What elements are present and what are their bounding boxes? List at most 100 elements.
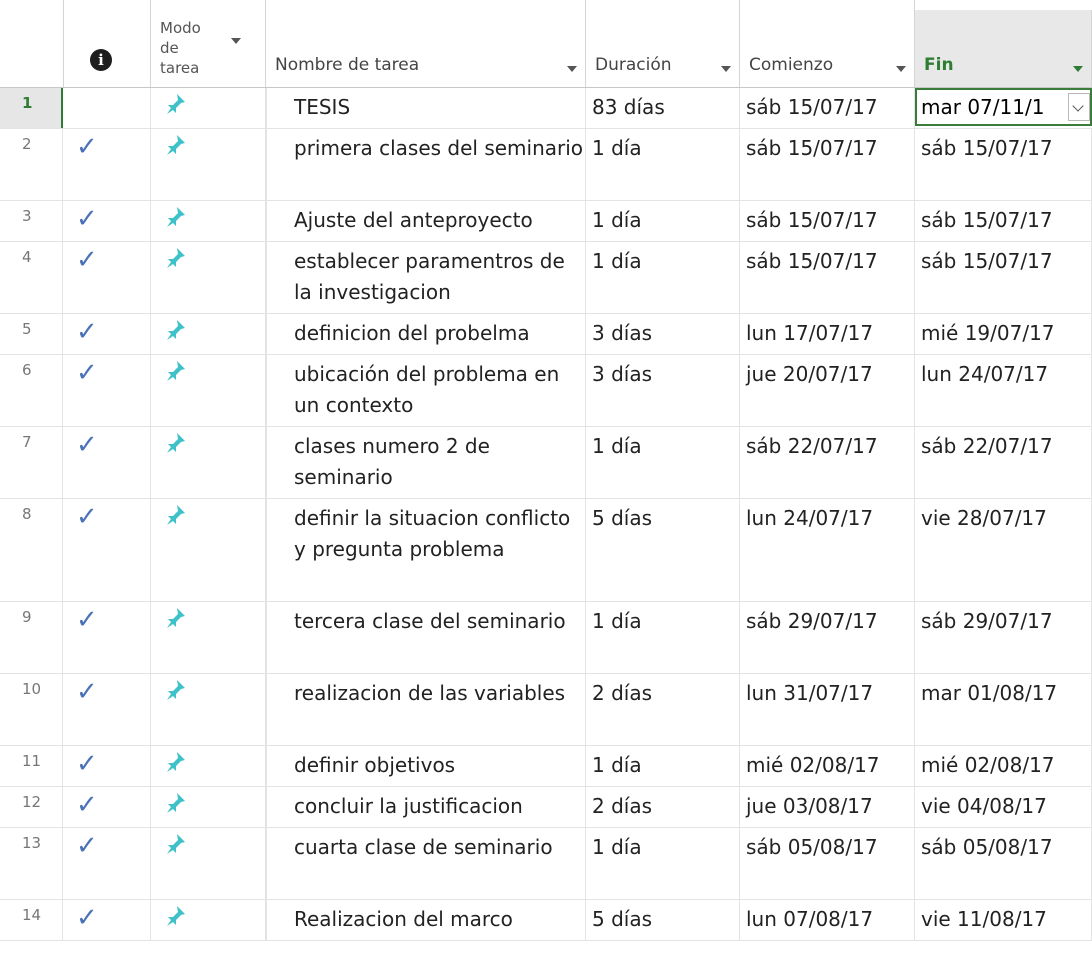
task-mode-cell[interactable] bbox=[151, 746, 266, 786]
task-mode-cell[interactable] bbox=[151, 129, 266, 200]
duration-cell[interactable]: 1 día bbox=[586, 201, 740, 241]
chevron-down-icon[interactable] bbox=[1073, 66, 1083, 72]
row-number[interactable]: 12 bbox=[0, 787, 63, 827]
finish-cell[interactable]: sáb 15/07/17 bbox=[915, 242, 1092, 313]
start-cell[interactable]: jue 03/08/17 bbox=[740, 787, 915, 827]
finish-header[interactable]: Fin bbox=[915, 10, 1092, 88]
table-row[interactable]: 4 ✓ establecer paramentros de la investiga… bbox=[0, 242, 1092, 314]
task-mode-cell[interactable] bbox=[151, 427, 266, 498]
row-number[interactable]: 8 bbox=[0, 499, 63, 601]
start-cell[interactable]: sáb 15/07/17 bbox=[740, 129, 915, 200]
task-mode-cell[interactable] bbox=[151, 355, 266, 426]
table-row[interactable]: 1 TESIS 83 días sáb 15/07/17 mar 07/11/1 bbox=[0, 88, 1092, 129]
row-number[interactable]: 7 bbox=[0, 427, 63, 498]
table-row[interactable]: 7 ✓ clases numero 2 de seminario 1 día sáb 2… bbox=[0, 427, 1092, 499]
start-cell[interactable]: sáb 29/07/17 bbox=[740, 602, 915, 673]
task-name-cell[interactable]: definir objetivos bbox=[266, 746, 586, 786]
finish-cell-editing[interactable]: mar 07/11/1 bbox=[915, 88, 1092, 126]
task-mode-cell[interactable] bbox=[151, 499, 266, 601]
task-mode-header[interactable]: Modo de tarea bbox=[151, 0, 266, 88]
duration-cell[interactable]: 1 día bbox=[586, 242, 740, 313]
row-number[interactable]: 11 bbox=[0, 746, 63, 786]
start-cell[interactable]: jue 20/07/17 bbox=[740, 355, 915, 426]
indicator-cell[interactable]: ✓ bbox=[63, 427, 151, 498]
row-number[interactable]: 13 bbox=[0, 828, 63, 899]
finish-cell[interactable]: lun 24/07/17 bbox=[915, 355, 1092, 426]
start-cell[interactable]: sáb 15/07/17 bbox=[740, 201, 915, 241]
finish-cell[interactable]: sáb 15/07/17 bbox=[915, 201, 1092, 241]
start-cell[interactable]: sáb 15/07/17 bbox=[740, 88, 915, 128]
finish-cell[interactable]: sáb 15/07/17 bbox=[915, 129, 1092, 200]
table-row[interactable]: 5 ✓ definicion del probelma 3 días lun 17/07… bbox=[0, 314, 1092, 355]
dropdown-button[interactable] bbox=[1068, 93, 1090, 121]
indicator-cell[interactable]: ✓ bbox=[63, 129, 151, 200]
duration-cell[interactable]: 1 día bbox=[586, 602, 740, 673]
row-number[interactable]: 9 bbox=[0, 602, 63, 673]
start-cell[interactable]: lun 07/08/17 bbox=[740, 900, 915, 940]
task-name-cell[interactable]: concluir la justificacion bbox=[266, 787, 586, 827]
row-number[interactable]: 5 bbox=[0, 314, 63, 354]
task-name-cell[interactable]: definir la situacion conflicto y pregunt… bbox=[266, 499, 586, 601]
finish-cell[interactable]: vie 28/07/17 bbox=[915, 499, 1092, 601]
indicator-cell[interactable]: ✓ bbox=[63, 499, 151, 601]
task-mode-cell[interactable] bbox=[151, 602, 266, 673]
chevron-down-icon[interactable] bbox=[721, 66, 731, 72]
task-mode-cell[interactable] bbox=[151, 242, 266, 313]
task-name-cell[interactable]: realizacion de las variables bbox=[266, 674, 586, 745]
chevron-down-icon[interactable] bbox=[567, 66, 577, 72]
table-row[interactable]: 8 ✓ definir la situacion conflicto y pregu… bbox=[0, 499, 1092, 602]
task-name-cell[interactable]: clases numero 2 de seminario bbox=[266, 427, 586, 498]
task-name-cell[interactable]: tercera clase del seminario bbox=[266, 602, 586, 673]
indicator-cell[interactable]: ✓ bbox=[63, 746, 151, 786]
indicator-cell[interactable]: ✓ bbox=[63, 828, 151, 899]
table-row[interactable]: 10 ✓ realizacion de las variables 2 días lun… bbox=[0, 674, 1092, 746]
finish-cell[interactable]: vie 04/08/17 bbox=[915, 787, 1092, 827]
chevron-down-icon[interactable] bbox=[231, 38, 241, 44]
chevron-down-icon[interactable] bbox=[896, 66, 906, 72]
task-name-cell[interactable]: definicion del probelma bbox=[266, 314, 586, 354]
duration-cell[interactable]: 83 días bbox=[586, 88, 740, 128]
task-name-cell[interactable]: cuarta clase de seminario bbox=[266, 828, 586, 899]
table-row[interactable]: 9 ✓ tercera clase del seminario 1 día sáb 29… bbox=[0, 602, 1092, 674]
row-number[interactable]: 6 bbox=[0, 355, 63, 426]
finish-cell[interactable]: sáb 05/08/17 bbox=[915, 828, 1092, 899]
finish-cell[interactable]: sáb 22/07/17 bbox=[915, 427, 1092, 498]
table-row[interactable]: 12 ✓ concluir la justificacion 2 días jue 03… bbox=[0, 787, 1092, 828]
indicator-cell[interactable]: ✓ bbox=[63, 787, 151, 827]
row-number-header[interactable] bbox=[0, 0, 63, 88]
duration-cell[interactable]: 2 días bbox=[586, 787, 740, 827]
task-name-cell[interactable]: TESIS bbox=[266, 88, 586, 128]
start-cell[interactable]: lun 17/07/17 bbox=[740, 314, 915, 354]
table-row[interactable]: 3 ✓ Ajuste del anteproyecto 1 día sáb 15/07/… bbox=[0, 201, 1092, 242]
row-number[interactable]: 10 bbox=[0, 674, 63, 745]
task-mode-cell[interactable] bbox=[151, 314, 266, 354]
task-name-cell[interactable]: Ajuste del anteproyecto bbox=[266, 201, 586, 241]
duration-cell[interactable]: 1 día bbox=[586, 828, 740, 899]
row-number[interactable]: 14 bbox=[0, 900, 63, 940]
start-cell[interactable]: lun 24/07/17 bbox=[740, 499, 915, 601]
indicator-cell[interactable]: ✓ bbox=[63, 602, 151, 673]
indicator-cell[interactable]: ✓ bbox=[63, 201, 151, 241]
task-mode-cell[interactable] bbox=[151, 88, 266, 128]
table-row[interactable]: 2 ✓ primera clases del seminario 1 día sáb 1… bbox=[0, 129, 1092, 201]
task-mode-cell[interactable] bbox=[151, 674, 266, 745]
finish-cell[interactable]: mié 02/08/17 bbox=[915, 746, 1092, 786]
duration-cell[interactable]: 5 días bbox=[586, 499, 740, 601]
finish-cell[interactable]: sáb 29/07/17 bbox=[915, 602, 1092, 673]
task-name-cell[interactable]: ubicación del problema en un contexto bbox=[266, 355, 586, 426]
row-number[interactable]: 2 bbox=[0, 129, 63, 200]
indicators-header[interactable]: i bbox=[63, 0, 151, 88]
task-name-cell[interactable]: Realizacion del marco bbox=[266, 900, 586, 940]
row-number[interactable]: 3 bbox=[0, 201, 63, 241]
task-name-header[interactable]: Nombre de tarea bbox=[266, 0, 586, 88]
task-mode-cell[interactable] bbox=[151, 900, 266, 940]
duration-header[interactable]: Duración bbox=[586, 0, 740, 88]
row-number[interactable]: 4 bbox=[0, 242, 63, 313]
start-cell[interactable]: sáb 05/08/17 bbox=[740, 828, 915, 899]
row-number[interactable]: 1 bbox=[0, 88, 63, 128]
table-row[interactable]: 14 ✓ Realizacion del marco 5 días lun 07/08/… bbox=[0, 900, 1092, 941]
task-mode-cell[interactable] bbox=[151, 787, 266, 827]
task-name-cell[interactable]: establecer paramentros de la investigaci… bbox=[266, 242, 586, 313]
table-row[interactable]: 11 ✓ definir objetivos 1 día mié 02/08/17 mié… bbox=[0, 746, 1092, 787]
start-header[interactable]: Comienzo bbox=[740, 0, 915, 88]
